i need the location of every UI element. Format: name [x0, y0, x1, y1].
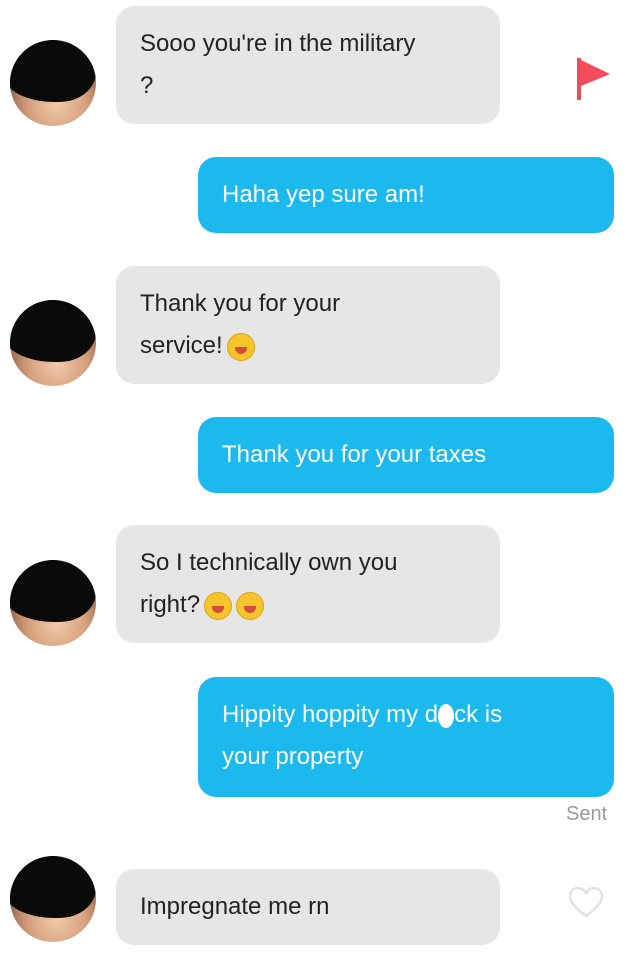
message-text: Impregnate me rn: [140, 893, 330, 920]
message-bubble-incoming: Sooo you're in the military ?: [116, 6, 500, 124]
message-text: So I technically own you: [140, 549, 398, 576]
avatar[interactable]: [10, 300, 96, 386]
message-text: Sooo you're in the military: [140, 30, 416, 57]
message-text: Haha yep sure am!: [222, 181, 425, 208]
message-bubble-incoming: Impregnate me rn: [116, 869, 500, 945]
avatar[interactable]: [10, 856, 96, 942]
message-text: your property: [222, 743, 364, 770]
message-text: right?: [140, 591, 201, 618]
message-bubble-incoming: So I technically own you right?: [116, 525, 500, 643]
message-bubble-outgoing: Thank you for your taxes: [198, 417, 614, 493]
avatar[interactable]: [10, 40, 96, 126]
tongue-out-emoji-icon: [204, 591, 233, 620]
smiling-hug-emoji-icon: [226, 332, 255, 361]
message-text: ?: [140, 72, 154, 99]
message-text: service!: [140, 332, 223, 359]
message-text: Thank you for your: [140, 290, 341, 317]
heart-icon[interactable]: [567, 885, 605, 919]
tongue-out-emoji-icon: [236, 591, 265, 620]
avatar[interactable]: [10, 560, 96, 646]
message-bubble-outgoing: Haha yep sure am!: [198, 157, 614, 233]
message-text: ck is: [454, 701, 503, 728]
message-bubble-outgoing: Hippity hoppity my d ck is your property: [198, 677, 614, 797]
message-text: Hippity hoppity my d: [222, 701, 439, 728]
sent-status: Sent: [566, 803, 608, 825]
message-bubble-incoming: Thank you for your service!: [116, 266, 500, 384]
redaction-mark: [438, 703, 455, 728]
message-text: Thank you for your taxes: [222, 441, 487, 468]
flag-icon[interactable]: [574, 54, 614, 102]
